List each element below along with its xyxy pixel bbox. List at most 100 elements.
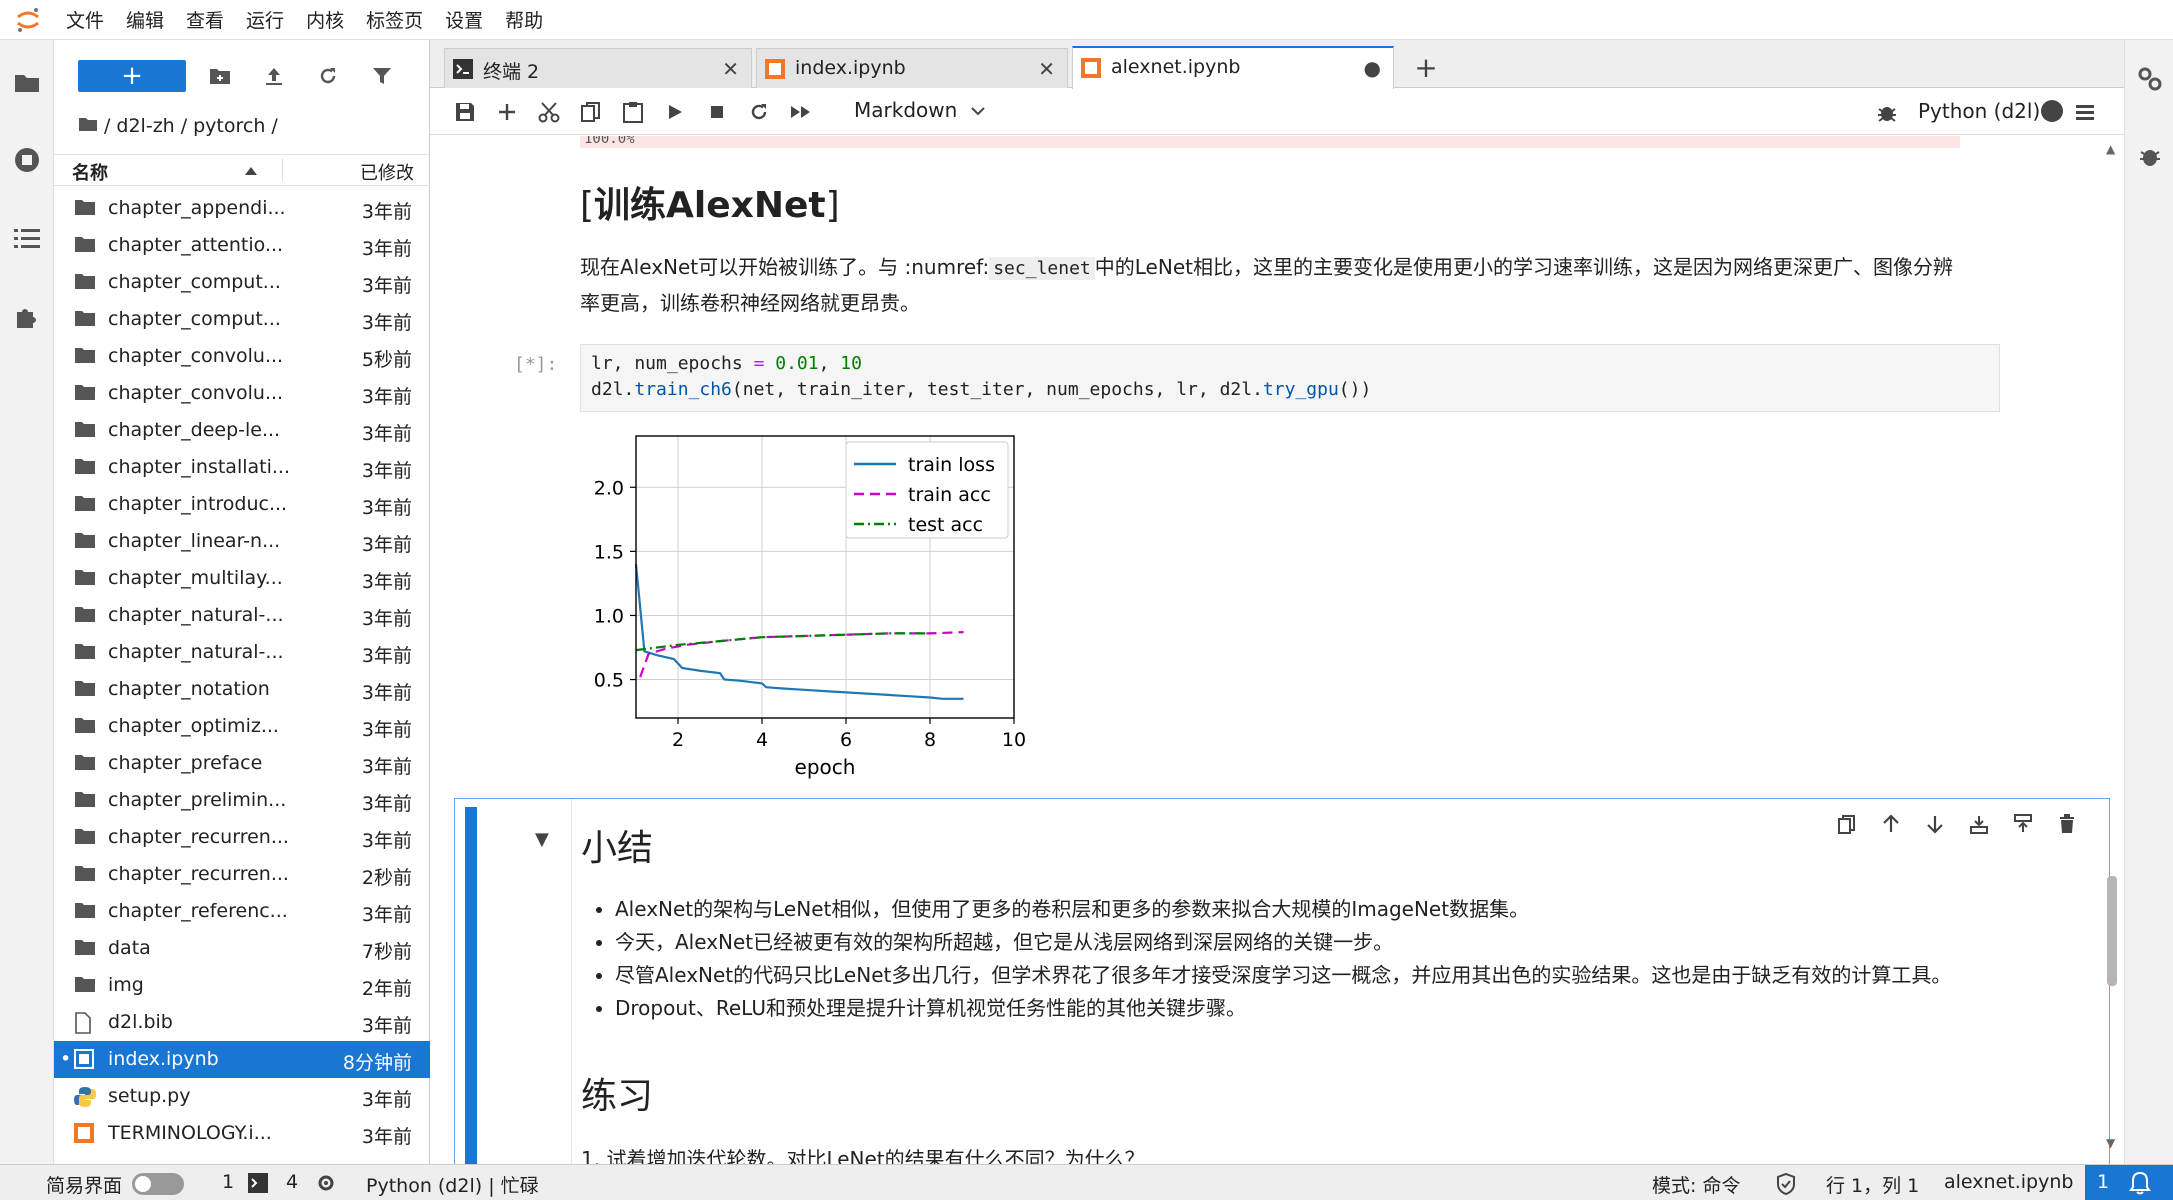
copy-icon[interactable]	[574, 96, 608, 128]
menu-edit[interactable]: 编辑	[126, 6, 164, 33]
sort-ascending-icon[interactable]	[244, 161, 258, 182]
property-inspector-icon[interactable]	[2137, 66, 2163, 97]
x-tick-label: 2	[672, 729, 684, 751]
breadcrumb-pytorch[interactable]: pytorch	[193, 115, 265, 137]
file-row[interactable]: chapter_prelimin... 3年前	[54, 782, 430, 819]
insert-below-icon[interactable]	[2001, 809, 2045, 839]
breadcrumb-d2l-zh[interactable]: d2l-zh	[116, 115, 174, 137]
paste-icon[interactable]	[616, 96, 650, 128]
menu-help[interactable]: 帮助	[505, 6, 543, 33]
file-row[interactable]: chapter_appendi... 3年前	[54, 190, 430, 227]
kernel-count[interactable]: 4	[286, 1171, 298, 1193]
delete-cell-icon[interactable]	[2045, 809, 2089, 839]
running-sessions-icon[interactable]	[0, 132, 54, 188]
move-down-icon[interactable]	[1913, 809, 1957, 839]
menu-run[interactable]: 运行	[246, 6, 284, 33]
menu-file[interactable]: 文件	[66, 6, 104, 33]
debugger-icon[interactable]	[1870, 96, 1904, 128]
file-list: chapter_appendi... 3年前 chapter_attentio...…	[54, 190, 430, 1152]
stop-icon[interactable]	[700, 96, 734, 128]
folder-icon[interactable]	[0, 54, 54, 110]
new-folder-icon[interactable]	[204, 60, 236, 92]
menu-kernel[interactable]: 内核	[306, 6, 344, 33]
file-row[interactable]: chapter_natural-... 3年前	[54, 634, 430, 671]
restart-icon[interactable]	[742, 96, 776, 128]
refresh-icon[interactable]	[312, 60, 344, 92]
menu-view[interactable]: 查看	[186, 6, 224, 33]
tab-terminal-2[interactable]: 终端 2 ✕	[444, 48, 752, 88]
file-row[interactable]: chapter_convolu... 5秒前	[54, 338, 430, 375]
file-row[interactable]: chapter_comput... 3年前	[54, 301, 430, 338]
column-divider[interactable]	[282, 159, 283, 181]
move-up-icon[interactable]	[1869, 809, 1913, 839]
file-row[interactable]: chapter_comput... 3年前	[54, 264, 430, 301]
close-icon[interactable]: ✕	[1038, 57, 1055, 81]
file-row[interactable]: chapter_preface 3年前	[54, 745, 430, 782]
file-row[interactable]: chapter_recurren... 3年前	[54, 819, 430, 856]
notebook-scrollbar[interactable]: ▲ ▼	[2100, 136, 2124, 1164]
file-row[interactable]: chapter_installati... 3年前	[54, 449, 430, 486]
kernel-status[interactable]: Python (d2l) | 忙碌	[366, 1171, 539, 1198]
x-axis-label: epoch	[795, 755, 856, 779]
file-row[interactable]: img 2年前	[54, 967, 430, 1004]
caret-down-icon[interactable]: ▼	[535, 829, 549, 850]
simple-mode-toggle[interactable]	[132, 1173, 184, 1195]
cursor-position[interactable]: 行 1，列 1	[1826, 1171, 1919, 1198]
table-of-contents-icon[interactable]	[0, 210, 54, 266]
duplicate-cell-icon[interactable]	[1825, 809, 1869, 839]
file-row[interactable]: chapter_deep-le... 3年前	[54, 412, 430, 449]
cut-icon[interactable]	[532, 96, 566, 128]
cell-collapser[interactable]	[465, 807, 477, 1164]
file-row[interactable]: chapter_notation 3年前	[54, 671, 430, 708]
menu-tabs[interactable]: 标签页	[366, 6, 423, 33]
code-cell-input[interactable]: lr, num_epochs = 0.01, 10 d2l.train_ch6(…	[580, 344, 2000, 412]
upload-icon[interactable]	[258, 60, 290, 92]
file-row[interactable]: chapter_recurren... 2秒前	[54, 856, 430, 893]
insert-above-icon[interactable]	[1957, 809, 2001, 839]
save-icon[interactable]	[448, 96, 482, 128]
add-tab-button[interactable]: +	[1408, 48, 1444, 86]
file-name: chapter_recurren...	[108, 826, 289, 848]
file-row[interactable]: chapter_referenc... 3年前	[54, 893, 430, 930]
breadcrumb-root[interactable]: /	[104, 115, 110, 137]
file-row[interactable]: data 7秒前	[54, 930, 430, 967]
file-row[interactable]: chapter_introduc... 3年前	[54, 486, 430, 523]
tab-index-ipynb[interactable]: index.ipynb ✕	[756, 48, 1068, 88]
filter-icon[interactable]	[366, 60, 398, 92]
run-icon[interactable]	[658, 96, 692, 128]
cell-type-dropdown[interactable]: Markdown	[854, 98, 985, 122]
file-row[interactable]: chapter_optimiz... 3年前	[54, 708, 430, 745]
scrollbar-thumb[interactable]	[2107, 876, 2117, 986]
file-row[interactable]: chapter_natural-... 3年前	[54, 597, 430, 634]
terminal-count[interactable]: 1	[222, 1171, 234, 1193]
close-icon[interactable]: ✕	[722, 57, 739, 81]
scroll-up-icon[interactable]: ▲	[2106, 142, 2115, 156]
scroll-down-icon[interactable]: ▼	[2106, 1136, 2115, 1150]
file-row[interactable]: d2l.bib 3年前	[54, 1004, 430, 1041]
file-row[interactable]: chapter_convolu... 3年前	[54, 375, 430, 412]
notification-button[interactable]: 1	[2085, 1165, 2173, 1200]
file-row[interactable]: chapter_attentio... 3年前	[54, 227, 430, 264]
debugger-icon[interactable]	[2139, 144, 2161, 173]
file-row[interactable]: TERMINOLOGY.i... 3年前	[54, 1115, 430, 1152]
file-name: d2l.bib	[108, 1011, 173, 1033]
fast-forward-icon[interactable]	[784, 96, 818, 128]
file-row[interactable]: setup.py 3年前	[54, 1078, 430, 1115]
column-name-header[interactable]: 名称	[72, 159, 108, 185]
menu-settings[interactable]: 设置	[445, 6, 483, 33]
kernel-name[interactable]: Python (d2l)	[1918, 99, 2040, 123]
file-row[interactable]: chapter_multilay... 3年前	[54, 560, 430, 597]
list-item: 今天，AlexNet已经被更有效的架构所超越，但它是从浅层网络到深层网络的关键一…	[615, 926, 2085, 959]
shield-check-icon[interactable]	[1776, 1172, 1796, 1200]
folder-icon	[74, 679, 96, 701]
unsaved-dot-icon[interactable]: ●	[1364, 56, 1381, 80]
extension-manager-icon[interactable]	[0, 288, 54, 344]
insert-cell-icon[interactable]	[490, 96, 524, 128]
file-row[interactable]: • index.ipynb 8分钟前	[54, 1041, 430, 1078]
hamburger-menu-icon[interactable]	[2068, 96, 2102, 128]
file-row[interactable]: chapter_linear-n... 3年前	[54, 523, 430, 560]
column-modified-header[interactable]: 已修改	[360, 159, 414, 185]
tab-alexnet-ipynb[interactable]: alexnet.ipynb ●	[1072, 46, 1394, 89]
active-markdown-cell[interactable]: ▼ 小结 AlexNet的架构与LeNet相似，但使用了更多的卷积层和更多的参数…	[454, 798, 2110, 1164]
new-launcher-button[interactable]: +	[78, 60, 186, 92]
